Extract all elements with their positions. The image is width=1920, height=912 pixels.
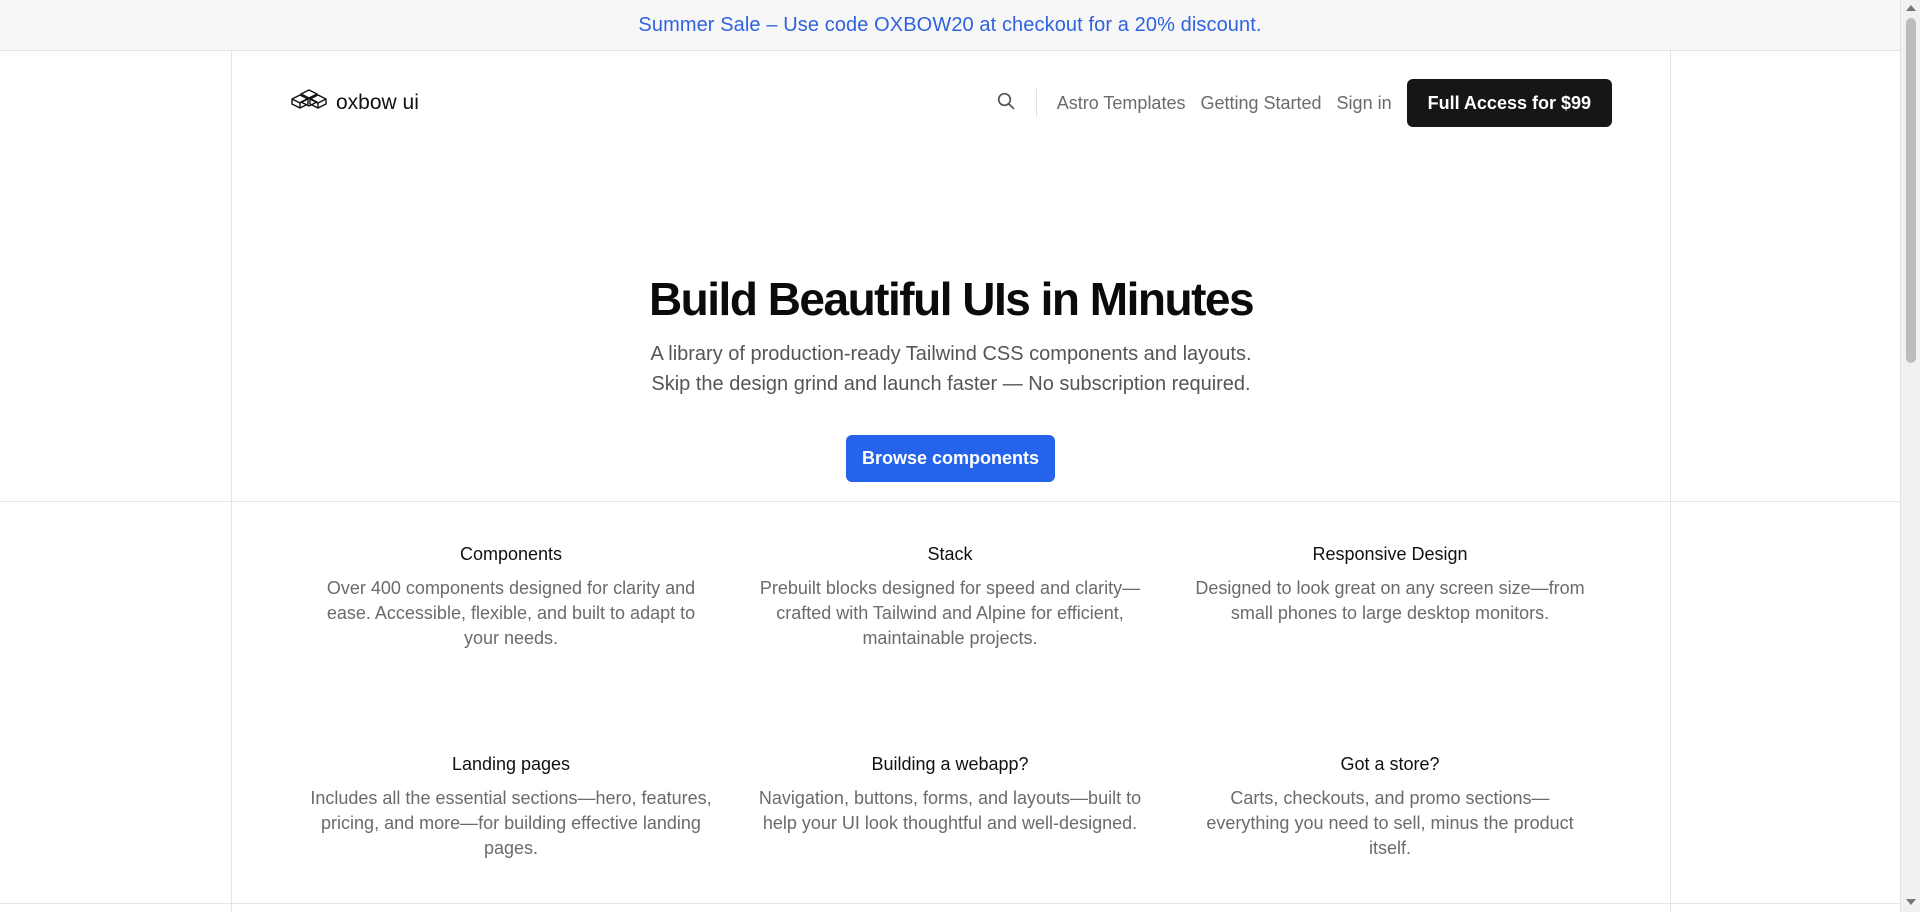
scroll-down-arrow-icon[interactable]: [1906, 899, 1916, 905]
feature-title: Landing pages: [451, 754, 571, 774]
feature-description: Over 400 components designed for clarity…: [326, 578, 696, 648]
section-divider: [0, 501, 1900, 502]
feature-description: Prebuilt blocks designed for speed and c…: [759, 578, 1141, 648]
feature-card-components: Components Over 400 components designed …: [316, 543, 706, 651]
full-access-button[interactable]: Full Access for $99: [1406, 79, 1612, 127]
feature-title: Got a store?: [1340, 754, 1440, 774]
feature-card-landing-pages: Landing pages Includes all the essential…: [306, 753, 716, 861]
scrollbar-thumb[interactable]: [1906, 18, 1916, 363]
feature-card-stack: Stack Prebuilt blocks designed for speed…: [755, 543, 1145, 651]
feature-title: Responsive Design: [1312, 544, 1468, 564]
main-nav: Astro Templates Getting Started Sign in …: [992, 79, 1612, 127]
nav-link-astro-templates[interactable]: Astro Templates: [1057, 93, 1186, 114]
site-header: oxbow ui Astro Templates Getting Started…: [290, 79, 1612, 127]
hero-title: Build Beautiful UIs in Minutes: [648, 273, 1255, 325]
nav-link-getting-started[interactable]: Getting Started: [1200, 93, 1321, 114]
announcement-banner: Summer Sale – Use code OXBOW20 at checko…: [0, 0, 1900, 51]
feature-description: Includes all the essential sections—hero…: [310, 788, 712, 858]
banner-text[interactable]: Summer Sale – Use code OXBOW20 at checko…: [638, 14, 1261, 37]
vertical-scrollbar[interactable]: [1900, 0, 1920, 912]
feature-title: Components: [459, 544, 563, 564]
nav-link-sign-in[interactable]: Sign in: [1337, 93, 1392, 114]
browse-components-button[interactable]: Browse components: [846, 435, 1055, 482]
search-button[interactable]: [992, 89, 1020, 117]
hero-subtitle: A library of production-ready Tailwind C…: [231, 339, 1671, 399]
section-divider-bottom: [0, 903, 1900, 904]
feature-title: Building a webapp?: [871, 754, 1029, 774]
hero-subtitle-line-1: A library of production-ready Tailwind C…: [650, 343, 1252, 365]
logo-text: oxbow ui: [336, 91, 419, 114]
logo[interactable]: oxbow ui: [290, 87, 419, 120]
frame-line-right: [1670, 51, 1671, 912]
feature-description: Navigation, buttons, forms, and layouts—…: [758, 788, 1142, 833]
feature-card-store: Got a store? Carts, checkouts, and promo…: [1195, 753, 1585, 861]
feature-description: Carts, checkouts, and promo sections—eve…: [1206, 788, 1574, 858]
frame-line-left: [231, 51, 232, 912]
scroll-up-arrow-icon[interactable]: [1906, 5, 1916, 11]
feature-description: Designed to look great on any screen siz…: [1195, 578, 1585, 623]
box-stack-logo-icon: [290, 87, 328, 120]
feature-card-responsive-design: Responsive Design Designed to look great…: [1195, 543, 1585, 626]
nav-divider: [1035, 89, 1037, 117]
hero-subtitle-line-2: Skip the design grind and launch faster …: [651, 373, 1251, 395]
feature-title: Stack: [927, 544, 973, 564]
search-icon: [997, 92, 1015, 115]
feature-card-webapp: Building a webapp? Navigation, buttons, …: [755, 753, 1145, 836]
